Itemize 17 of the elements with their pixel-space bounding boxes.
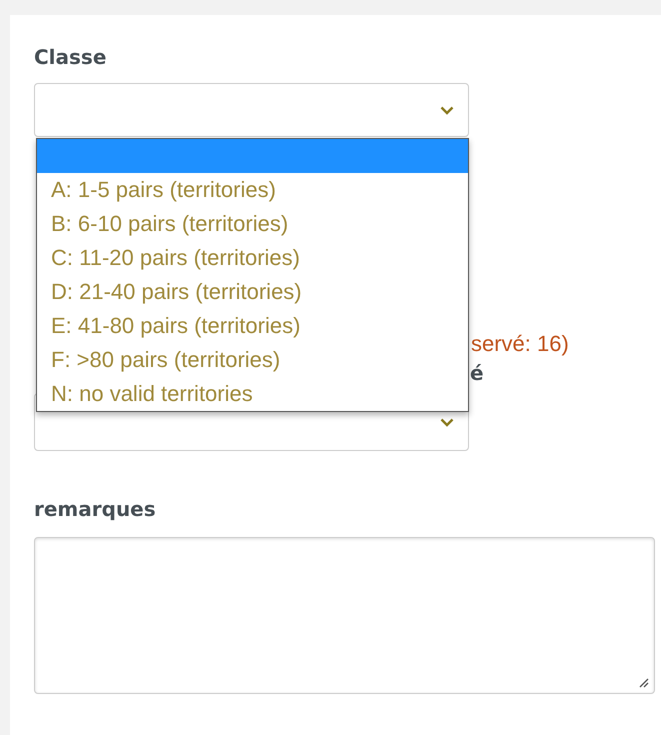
- dropdown-option[interactable]: C: 11-20 pairs (territories): [37, 241, 468, 275]
- resize-grip-icon: [639, 678, 649, 688]
- dropdown-option[interactable]: [37, 139, 468, 173]
- field-label: remarques: [34, 497, 157, 521]
- remarks-textarea[interactable]: [34, 537, 655, 694]
- field-label: é: [470, 361, 484, 385]
- dropdown-option[interactable]: N: no valid territories: [37, 377, 468, 411]
- hint-text: servé: 16): [471, 331, 569, 356]
- dropdown-option[interactable]: D: 21-40 pairs (territories): [37, 275, 468, 309]
- dropdown-option[interactable]: B: 6-10 pairs (territories): [37, 207, 468, 241]
- chevron-down-icon: [440, 106, 454, 114]
- dropdown-option[interactable]: F: >80 pairs (territories): [37, 343, 468, 377]
- field-label: Classe: [34, 45, 108, 69]
- dropdown-option[interactable]: A: 1-5 pairs (territories): [37, 173, 468, 207]
- chevron-down-icon: [440, 418, 454, 426]
- dropdown-option[interactable]: E: 41-80 pairs (territories): [37, 309, 468, 343]
- class-select[interactable]: [34, 83, 469, 137]
